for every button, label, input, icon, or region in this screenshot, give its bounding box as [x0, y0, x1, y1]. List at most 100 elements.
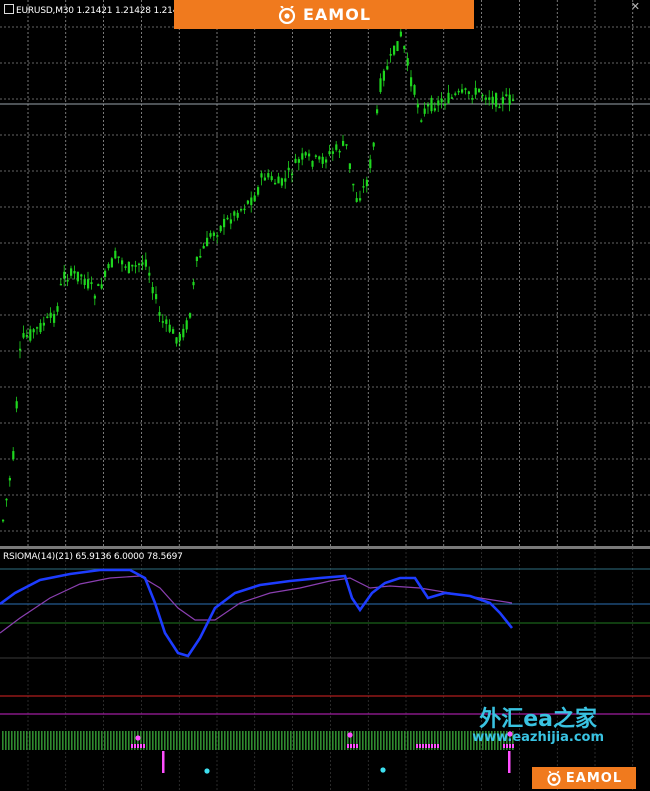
histogram-bar — [386, 731, 388, 750]
candle-body — [134, 265, 137, 267]
histogram-bar — [155, 731, 157, 750]
candle-body — [461, 89, 464, 93]
candle-body — [498, 106, 501, 109]
candle-body — [250, 197, 253, 206]
candle-body — [209, 233, 212, 237]
histogram-bar — [287, 731, 289, 750]
candle-body — [76, 271, 79, 282]
candle-body — [185, 320, 188, 330]
candle-body — [321, 156, 324, 164]
price-chart[interactable] — [0, 0, 650, 548]
histogram-bar — [260, 731, 262, 750]
histogram-bar — [62, 731, 64, 750]
candle-body — [151, 287, 154, 294]
candle-body — [287, 167, 290, 171]
candle-body — [440, 98, 443, 103]
candle-body — [352, 183, 355, 186]
histogram-bar — [38, 731, 40, 750]
histogram-bar — [461, 731, 463, 750]
candle-body — [342, 140, 345, 146]
candle-body — [335, 144, 338, 150]
close-icon[interactable]: ✕ — [631, 0, 640, 13]
histogram-bar — [110, 731, 112, 750]
candle-body — [270, 176, 273, 181]
histogram-bar — [122, 731, 124, 750]
candle-body — [63, 271, 66, 279]
histogram-bar — [329, 731, 331, 750]
histogram-bar — [53, 731, 55, 750]
histogram-bar — [344, 731, 346, 750]
histogram-bar — [71, 731, 73, 750]
candle-body — [141, 262, 144, 265]
candle-body — [90, 282, 93, 285]
candle-body — [87, 279, 90, 289]
histogram-marker — [143, 744, 145, 748]
histogram-bar — [254, 731, 256, 750]
histogram-bar — [83, 731, 85, 750]
histogram-marker — [137, 744, 139, 748]
histogram-marker — [131, 744, 133, 748]
histogram-bar — [338, 731, 340, 750]
histogram-marker — [134, 744, 136, 748]
eamol-logo-text: EAMOL — [302, 5, 372, 24]
histogram-bar — [383, 731, 385, 750]
histogram-bar — [101, 731, 103, 750]
candle-body — [223, 218, 226, 228]
candle-body — [161, 321, 164, 323]
candle-body — [100, 284, 103, 289]
histogram-bar — [188, 731, 190, 750]
histogram-bar — [467, 731, 469, 750]
candle-body — [42, 322, 45, 326]
chart-header-text: EURUSD,M30 1.21421 1.21428 1.214 — [16, 6, 179, 16]
candle-body — [308, 153, 311, 157]
histogram-bar — [215, 731, 217, 750]
histogram-bar — [323, 731, 325, 750]
histogram-bar — [5, 731, 7, 750]
window-menu-icon[interactable] — [4, 4, 14, 14]
histogram-bar — [320, 731, 322, 750]
candle-body — [372, 142, 375, 147]
candle-body — [420, 120, 423, 122]
candle-body — [467, 91, 470, 94]
histogram-bar — [203, 731, 205, 750]
candle-body — [168, 324, 171, 332]
histogram-bar — [221, 731, 223, 750]
candle-body — [437, 100, 440, 106]
histogram-bar — [335, 731, 337, 750]
candle-body — [233, 211, 236, 216]
candle-body — [206, 237, 209, 247]
rsioma-indicator-panel[interactable] — [0, 548, 650, 791]
histogram-bar — [311, 731, 313, 750]
candle-body — [182, 328, 185, 338]
candle-body — [32, 329, 35, 333]
chart-symbol-header: EURUSD,M30 1.21421 1.21428 1.214 — [4, 4, 178, 16]
candle-body — [212, 232, 215, 236]
signal-dot-cyan — [380, 767, 386, 773]
candle-body — [253, 195, 256, 202]
candle-body — [56, 306, 59, 312]
candle-body — [389, 53, 392, 56]
signal-dot-pink — [347, 732, 353, 738]
histogram-bar — [362, 731, 364, 750]
histogram-bar — [458, 731, 460, 750]
histogram-bar — [74, 731, 76, 750]
histogram-bar — [404, 731, 406, 750]
histogram-bar — [107, 731, 109, 750]
candle-body — [338, 150, 341, 153]
candle-body — [454, 93, 457, 95]
histogram-bar — [170, 731, 172, 750]
eamol-logo-badge: EAMOL — [532, 767, 636, 789]
histogram-bar — [212, 731, 214, 750]
candle-body — [331, 151, 334, 154]
histogram-bar — [29, 731, 31, 750]
histogram-bar — [314, 731, 316, 750]
histogram-marker — [434, 744, 436, 748]
candle-body — [433, 108, 436, 111]
histogram-bar — [377, 731, 379, 750]
histogram-bar — [368, 731, 370, 750]
histogram-bar — [2, 731, 4, 750]
histogram-bar — [398, 731, 400, 750]
rsioma-main-line — [0, 568, 514, 658]
candle-body — [53, 314, 56, 323]
candle-body — [348, 163, 351, 170]
